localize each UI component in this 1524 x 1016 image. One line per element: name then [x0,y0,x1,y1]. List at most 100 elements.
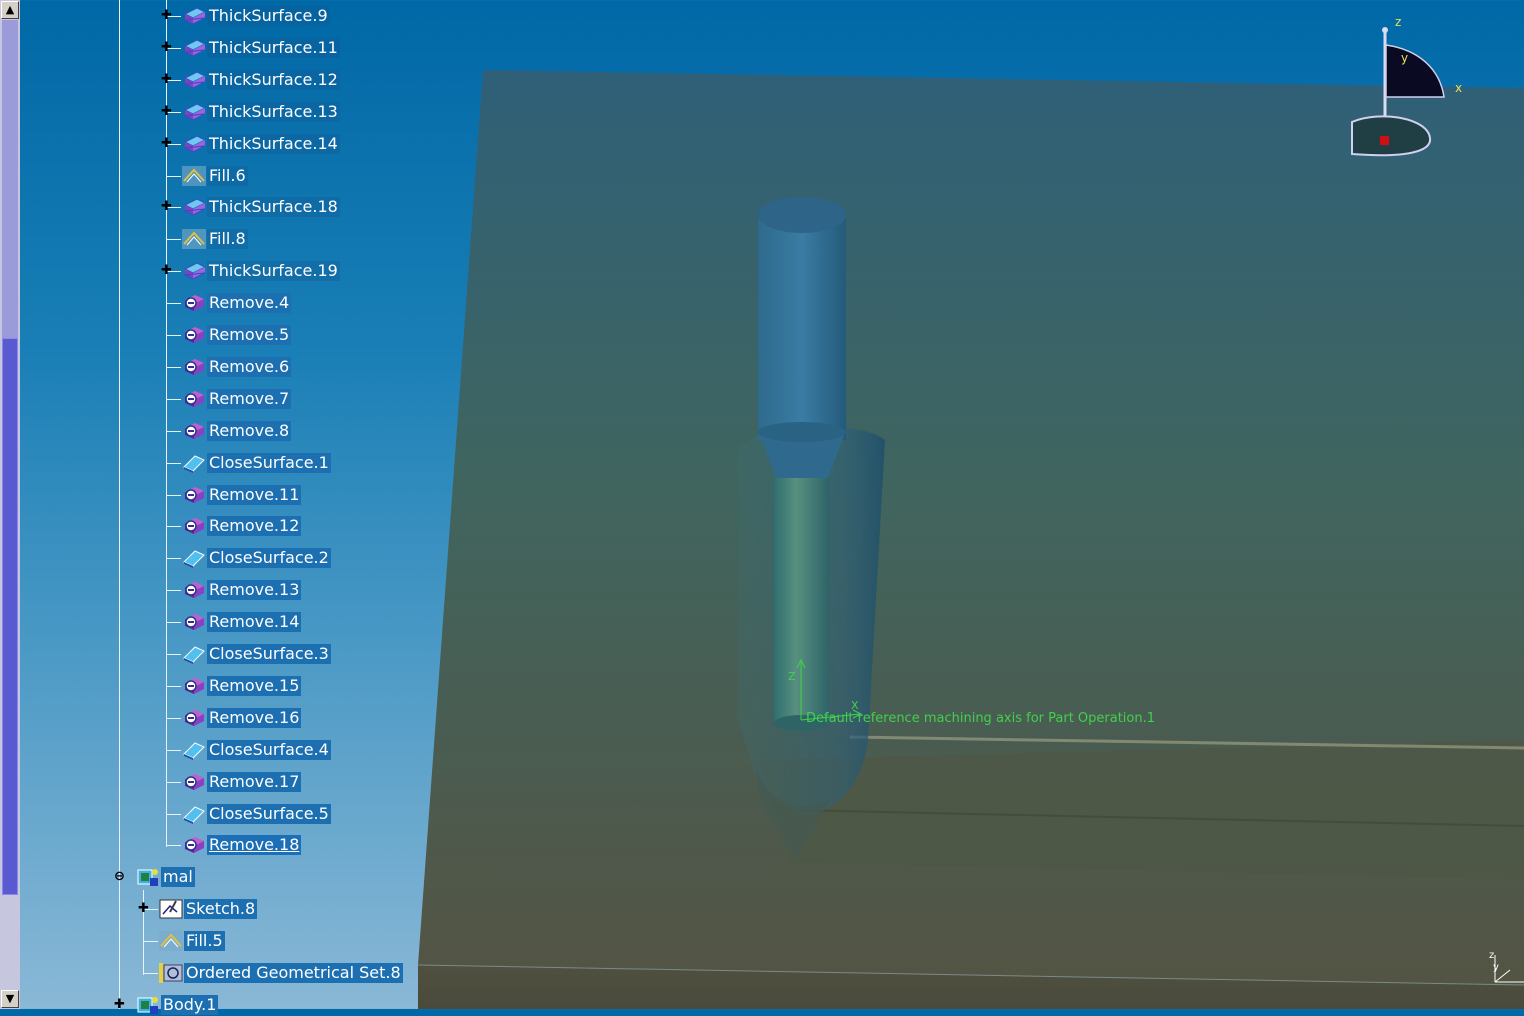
tree-node-closesurface-2[interactable]: CloseSurface.2 [181,547,331,569]
remove-icon [181,834,207,856]
tree-node-thicksurface-12[interactable]: ThickSurface.12 [181,69,340,91]
expand-toggle[interactable]: ✚ [161,9,172,22]
tree-connector [166,399,181,400]
expand-toggle[interactable]: ✚ [138,902,149,915]
expand-toggle[interactable]: ✚ [161,41,172,54]
tree-node-label: CloseSurface.4 [207,740,331,760]
expand-toggle[interactable]: ✚ [161,105,172,118]
thick-surface-icon [181,101,207,123]
tree-connector [143,973,158,974]
tree-node-label: CloseSurface.2 [207,548,331,568]
close-surface-icon [181,803,207,825]
tree-node-remove-17[interactable]: Remove.17 [181,771,302,793]
tree-node-label: ThickSurface.11 [207,38,340,58]
tree-node-label: Fill.5 [184,931,225,951]
tree-node-mal[interactable]: mal [135,866,195,888]
tree-connector [166,782,181,783]
specification-tree: ✚ ThickSurface.9 ✚ ThickSurface.11 ✚ ThickSur… [0,0,440,1015]
tree-node-remove-12[interactable]: Remove.12 [181,515,302,537]
remove-icon [181,388,207,410]
tree-line-body-children [166,0,167,847]
tree-node-fill-6[interactable]: Fill.6 [181,165,248,187]
tree-node-thicksurface-9[interactable]: ThickSurface.9 [181,5,330,27]
tree-connector [166,686,181,687]
thick-surface-icon [181,196,207,218]
remove-icon [181,579,207,601]
tree-line-root [119,0,120,1009]
machining-axis-annotation: Default reference machining axis for Par… [806,711,1155,726]
close-surface-icon [181,643,207,665]
tree-node-thicksurface-19[interactable]: ThickSurface.19 [181,260,340,282]
tree-node-remove-18[interactable]: Remove.18 [181,834,302,856]
tree-connector [166,463,181,464]
tree-connector [166,431,181,432]
tree-node-remove-8[interactable]: Remove.8 [181,420,292,442]
mini-axis-z-label: z [1489,950,1494,961]
expand-toggle[interactable]: ✚ [114,998,125,1011]
tree-node-label: Fill.6 [207,166,248,186]
tree-node-remove-11[interactable]: Remove.11 [181,484,302,506]
tree-node-remove-7[interactable]: Remove.7 [181,388,292,410]
tree-node-thicksurface-18[interactable]: ThickSurface.18 [181,196,340,218]
tree-node-label: Remove.16 [207,708,302,728]
tree-node-remove-16[interactable]: Remove.16 [181,707,302,729]
compass-x-label: x [1455,81,1462,95]
tree-connector [166,239,181,240]
tree-node-label: Fill.8 [207,229,248,249]
remove-icon [181,515,207,537]
tree-node-label: Remove.17 [207,772,302,792]
expand-toggle[interactable]: ✚ [161,264,172,277]
tree-connector [166,718,181,719]
tree-node-label: Ordered Geometrical Set.8 [184,963,403,983]
tree-connector [166,176,181,177]
tree-node-closesurface-5[interactable]: CloseSurface.5 [181,803,331,825]
tree-node-label: ThickSurface.13 [207,102,340,122]
pin-top-cap [758,197,846,233]
tree-node-remove-15[interactable]: Remove.15 [181,675,302,697]
tree-node-body-1[interactable]: Body.1 [135,994,219,1016]
tree-node-sketch-8[interactable]: Sketch.8 [158,898,258,920]
tree-node-thicksurface-11[interactable]: ThickSurface.11 [181,37,340,59]
tree-node-ordered-geometrical-set-8[interactable]: Ordered Geometrical Set.8 [158,962,403,984]
tree-node-fill-5[interactable]: Fill.5 [158,930,225,952]
thick-surface-icon [181,69,207,91]
expand-toggle[interactable]: ✚ [161,137,172,150]
tree-node-label: Remove.14 [207,612,302,632]
pin-cone-edge [758,422,846,442]
fill-icon [158,930,184,952]
ordered-geometrical-set-icon [158,962,184,984]
tree-node-closesurface-3[interactable]: CloseSurface.3 [181,643,331,665]
expand-toggle[interactable]: ✚ [161,200,172,213]
tree-node-closesurface-1[interactable]: CloseSurface.1 [181,452,331,474]
tree-node-label: mal [161,867,195,887]
tree-node-remove-13[interactable]: Remove.13 [181,579,302,601]
thick-surface-icon [181,133,207,155]
tree-node-thicksurface-14[interactable]: ThickSurface.14 [181,133,340,155]
remove-icon [181,707,207,729]
thick-surface-icon [181,37,207,59]
tree-node-remove-6[interactable]: Remove.6 [181,356,292,378]
expand-toggle[interactable]: ✚ [161,73,172,86]
thick-surface-icon [181,5,207,27]
tree-node-remove-14[interactable]: Remove.14 [181,611,302,633]
tree-connector [166,558,181,559]
tree-node-label: CloseSurface.1 [207,453,331,473]
tree-connector [166,750,181,751]
tree-node-thicksurface-13[interactable]: ThickSurface.13 [181,101,340,123]
tree-connector [166,303,181,304]
tree-node-label: Remove.8 [207,421,292,441]
tree-node-label: Remove.18 [207,835,302,855]
mini-axis-y-label: y [1493,962,1499,973]
collapse-toggle[interactable]: ⊖ [114,870,125,883]
tree-node-label: ThickSurface.18 [207,197,340,217]
remove-icon [181,356,207,378]
tree-node-remove-5[interactable]: Remove.5 [181,324,292,346]
tree-node-label: Remove.11 [207,485,302,505]
tree-node-label: ThickSurface.14 [207,134,340,154]
tree-node-closesurface-4[interactable]: CloseSurface.4 [181,739,331,761]
remove-icon [181,292,207,314]
tree-node-fill-8[interactable]: Fill.8 [181,228,248,250]
tree-node-remove-4[interactable]: Remove.4 [181,292,292,314]
tree-node-label: Remove.7 [207,389,292,409]
remove-icon [181,771,207,793]
